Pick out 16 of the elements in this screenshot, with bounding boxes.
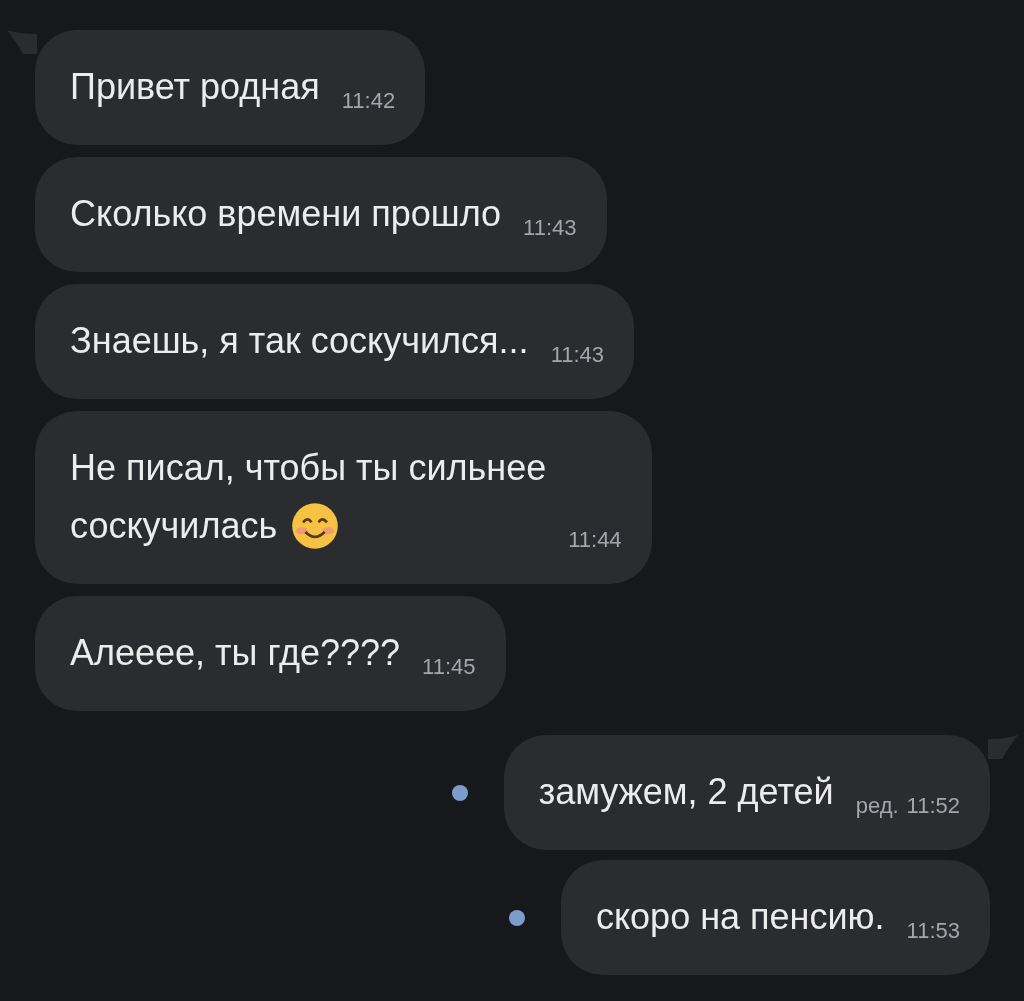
message-text: соскучилась — [70, 504, 278, 548]
message-text: Не писал, чтобы ты сильнее — [70, 446, 547, 490]
message-text: скоро на пенсию. — [595, 895, 885, 939]
message-text: Знаешь, я так соскучился... — [70, 319, 529, 363]
edited-label: ред. — [855, 793, 899, 819]
message-text: Алеееe, ты где???? — [70, 631, 401, 675]
message-time: 11:52 — [906, 793, 960, 819]
message-time: 11:53 — [906, 918, 960, 944]
message-time: 11:43 — [523, 215, 577, 241]
message-text: Привет родная — [70, 65, 320, 109]
message-text: Сколько времени прошло — [70, 192, 502, 236]
message-time: 11:42 — [341, 88, 396, 114]
message-text: замужем, 2 детей — [538, 770, 834, 814]
message-time: 11:45 — [422, 654, 476, 680]
message-time: 11:44 — [568, 527, 622, 553]
message-time: 11:43 — [550, 342, 605, 368]
